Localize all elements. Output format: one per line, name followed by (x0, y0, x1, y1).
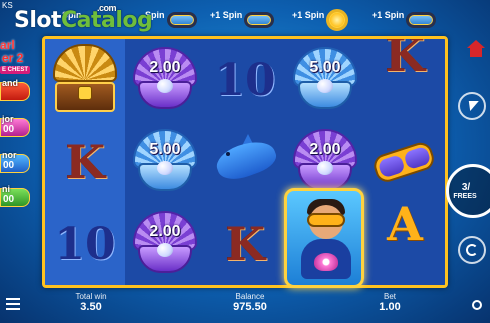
total-win-label: Total win (75, 292, 107, 301)
reel-cell-ten: 10 (205, 39, 285, 121)
total-win-value: 3.50 (80, 301, 102, 313)
symbol-a: A (387, 197, 423, 251)
autoplay-button[interactable] (458, 236, 486, 264)
pearl-shell-symbol: 2.00 (130, 45, 200, 115)
bottom-bar: Total win 3.50 Balance 975.50 Bet 1.00 (0, 288, 490, 323)
spin-slot-2: Spin (145, 6, 197, 34)
shell-value: 5.00 (309, 59, 341, 76)
goggles-icon (406, 12, 437, 28)
free-spins-counter[interactable]: 3/ FREES (446, 164, 490, 218)
pearl-icon (157, 161, 173, 175)
goggles-icon (166, 12, 197, 28)
symbol-ten: 10 (214, 54, 276, 106)
jackpot-panel: arl er 2 E CHEST and jor 00 nor 00 ni 00 (0, 30, 42, 260)
autoplay-icon (466, 244, 478, 256)
reel-cell-shell: 2.00 (125, 39, 205, 121)
jackpot-minor-label: nor (2, 150, 17, 160)
jackpot-grand: and (0, 78, 30, 101)
goggles-symbol (367, 133, 442, 191)
spin-slot-label: +1 Spin (372, 10, 405, 20)
free-spins-count: 3/ (461, 182, 471, 193)
home-icon[interactable] (466, 40, 486, 58)
shell-value: 5.00 (149, 141, 181, 158)
reel-grid: 2.00 10 5.00 K K 5.00 2.00 10 2.00 K A (42, 36, 448, 288)
pearl-icon (317, 79, 333, 93)
jackpot-major: jor 00 (0, 114, 30, 137)
reel-cell-k: K (365, 39, 445, 121)
reel-cell-chest (45, 39, 125, 121)
shell-value: 2.00 (149, 223, 181, 240)
bet-label: Bet (383, 292, 396, 301)
jackpot-mini: ni 00 (0, 184, 30, 207)
logo-line-2: er 2 (2, 51, 24, 65)
pearl-icon (314, 253, 338, 271)
total-win: Total win 3.50 (66, 292, 116, 313)
jackpot-major-value: 00 (3, 124, 15, 135)
pearl-icon (157, 243, 173, 257)
right-controls: 3/ FREES (446, 40, 490, 290)
gold-coin-icon (326, 9, 349, 31)
balance-value: 975.50 (233, 301, 267, 313)
jackpot-minor-value: 00 (3, 160, 15, 171)
balance-label: Balance (235, 292, 265, 301)
diver-mask-icon (307, 213, 345, 227)
symbol-k: K (385, 36, 425, 82)
reel-cell-goggles (365, 121, 445, 203)
reel-cell-k: K (205, 203, 285, 285)
jackpot-major-label: jor (2, 114, 14, 124)
reel-cell-k: K (45, 121, 125, 203)
symbol-k: K (225, 217, 265, 271)
turbo-button[interactable] (458, 92, 486, 120)
bet[interactable]: Bet 1.00 (372, 292, 408, 313)
spin-slot-label: +1 Spin (210, 10, 243, 20)
logo-subtitle: E CHEST (0, 66, 31, 74)
pearl-icon (317, 161, 333, 175)
spin-slot-3: +1 Spin (210, 6, 275, 34)
slotcatalog-watermark: SlotCatalog .com (14, 3, 153, 33)
free-spins-label: FREES (453, 193, 477, 200)
reel-cell-shell: 5.00 (285, 39, 365, 121)
sound-icon[interactable] (472, 300, 482, 310)
treasure-chest-symbol (49, 44, 121, 116)
balance: Balance 975.50 (220, 292, 280, 313)
logo-line-1: arl (0, 38, 15, 52)
brand-corner-text: KS (2, 1, 13, 10)
watermark-slot: Slot (14, 8, 62, 33)
pearl-shell-symbol: 2.00 (130, 209, 200, 279)
jackpot-grand-label: and (2, 78, 19, 88)
spin-slot-4: +1 Spin (292, 6, 349, 34)
reel-cell-ten: 10 (45, 203, 125, 285)
pearl-icon (157, 79, 173, 93)
spin-slot-5: +1 Spin (372, 6, 437, 34)
dolphin-symbol (210, 132, 280, 192)
pearl-shell-symbol: 5.00 (130, 127, 200, 197)
lock-icon (78, 86, 92, 100)
jackpot-minor: nor 00 (0, 150, 30, 173)
symbol-k: K (65, 135, 105, 189)
menu-icon[interactable] (6, 298, 20, 313)
jackpot-mini-label: ni (2, 184, 10, 194)
pearl-shell-symbol: 2.00 (290, 127, 360, 197)
reel-cell-dolphin (205, 121, 285, 203)
watermark-com: .com (97, 3, 117, 13)
goggles-icon (244, 12, 275, 28)
jackpot-mini-value: 00 (3, 194, 15, 205)
reel-cell-a: A (365, 197, 445, 285)
symbol-ten: 10 (54, 218, 116, 270)
bet-value: 1.00 (379, 301, 401, 313)
shell-value: 2.00 (149, 59, 181, 76)
reel-cell-shell: 2.00 (125, 203, 205, 285)
pearl-shell-symbol: 5.00 (290, 45, 360, 115)
lightning-icon (465, 101, 479, 111)
shell-value: 2.00 (309, 141, 341, 158)
spin-slot-label: +1 Spin (292, 10, 325, 20)
reel-cell-shell: 5.00 (125, 121, 205, 203)
diver-wild-symbol (284, 188, 364, 288)
